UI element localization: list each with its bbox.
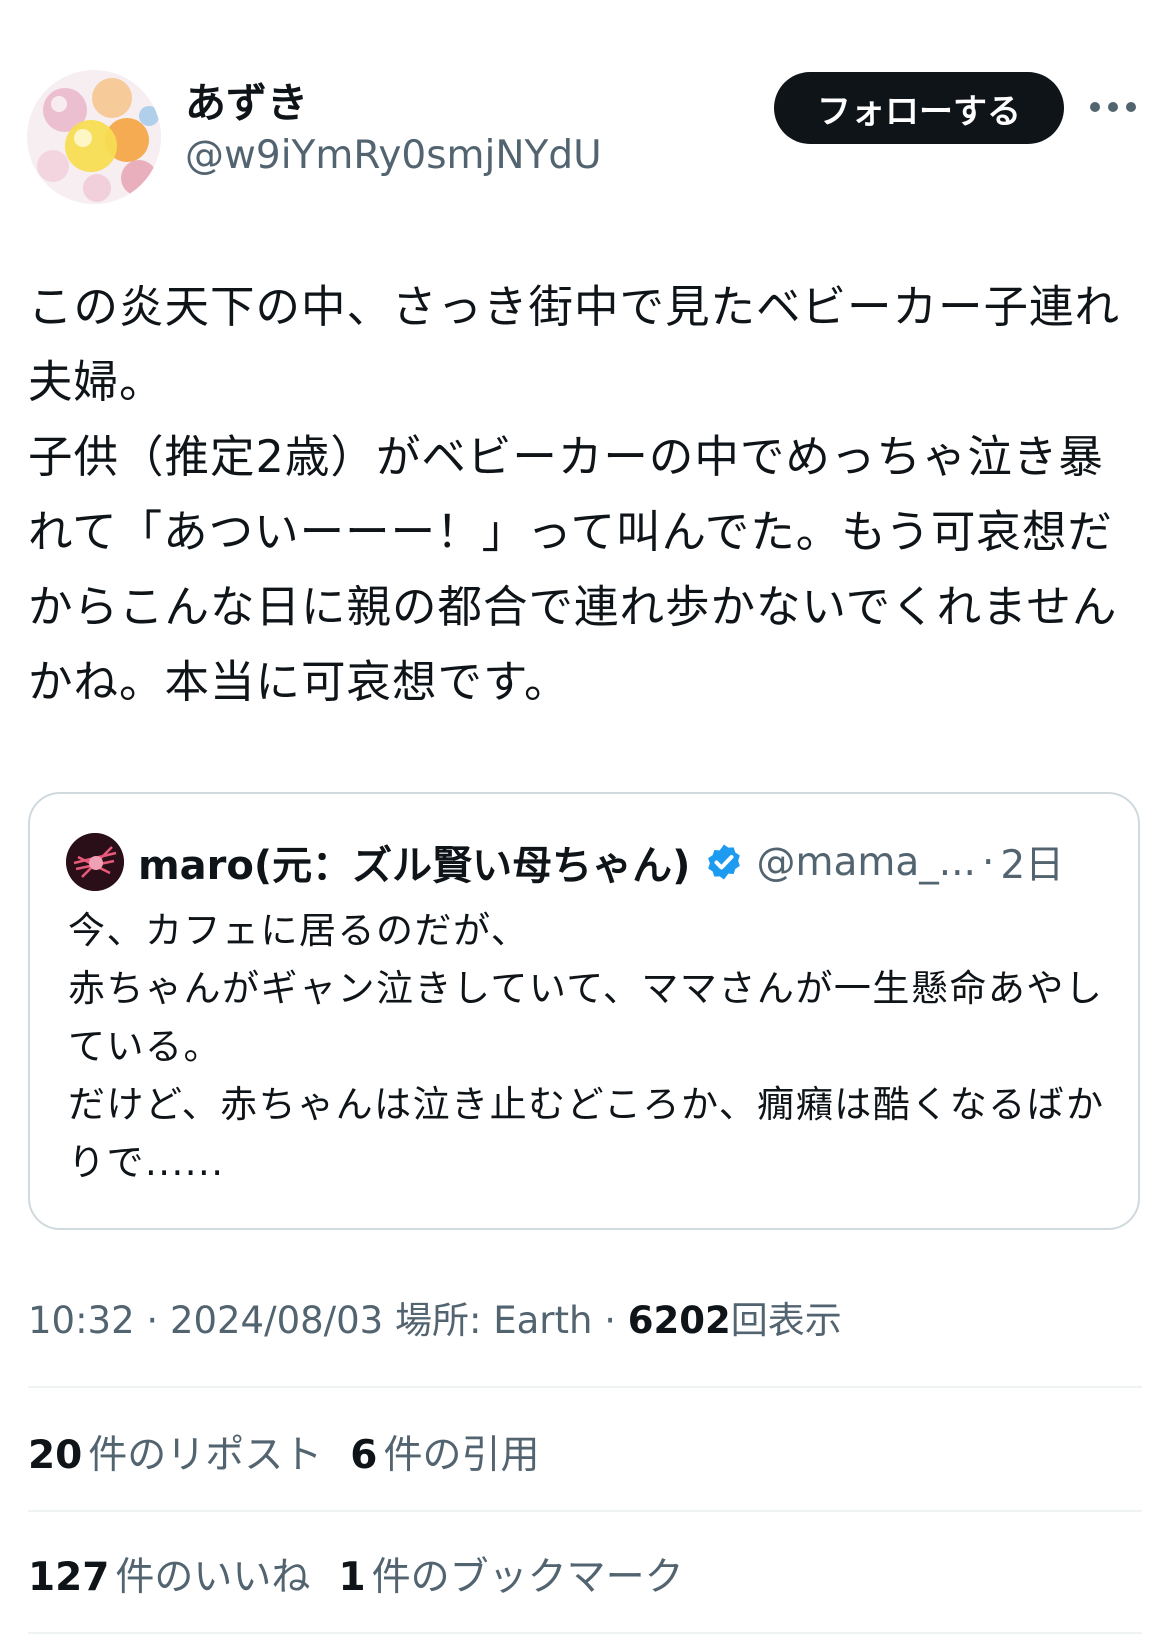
quoted-tweet-text: 今、カフェに居るのだが、 赤ちゃんがギャン泣きしていて、ママさんが一生懸命あやし… — [68, 909, 1105, 1184]
tweet-header: あずき @w9iYmRy0smjNYdU フォローする — [0, 0, 1170, 220]
quoted-tweet-time[interactable]: 2日 — [1000, 834, 1064, 890]
quoted-tweet-header: maro(元：ズル賢い母ちゃん) @mama_... · 2日 — [66, 830, 1108, 894]
quoted-tweet-card[interactable]: maro(元：ズル賢い母ちゃん) @mama_... · 2日 今、カフェに居る… — [28, 792, 1140, 1230]
quotes-label: 件の引用 — [383, 1433, 540, 1478]
quoted-author-handle[interactable]: @mama_... — [756, 840, 975, 885]
tweet-date[interactable]: 2024/08/03 — [170, 1299, 383, 1342]
follow-button[interactable]: フォローする — [774, 72, 1064, 144]
likes-stat[interactable]: 127 件のいいね — [28, 1552, 310, 1604]
reposts-label: 件のリポスト — [88, 1433, 323, 1478]
more-options-icon[interactable] — [1090, 92, 1136, 122]
tweet-text: この炎天下の中、さっき街中で見たベビーカー子連れ夫婦。 子供（推定2歳）がベビー… — [28, 282, 1121, 708]
separator-dot: · — [981, 839, 995, 885]
views-label: 回表示 — [730, 1299, 842, 1342]
views-count: 6202 — [627, 1299, 731, 1342]
author-display-name[interactable]: あずき — [185, 78, 602, 128]
more-dot — [1090, 102, 1100, 112]
bookmarks-count: 1 — [338, 1555, 366, 1600]
more-dot — [1108, 102, 1118, 112]
candy-avatar-icon[interactable] — [27, 70, 161, 204]
tweet-meta: 10:32 · 2024/08/03 場所: Earth · 6202回表示 — [28, 1296, 842, 1346]
reposts-count: 20 — [28, 1433, 83, 1478]
verified-badge-icon — [708, 844, 741, 880]
bookmarks-label: 件のブックマーク — [371, 1555, 684, 1600]
lionfish-avatar-image — [66, 833, 124, 891]
divider — [28, 1510, 1142, 1512]
quotes-stat[interactable]: 6 件の引用 — [350, 1430, 539, 1482]
more-dot — [1126, 102, 1136, 112]
stats-row-likes: 127 件のいいね 1 件のブックマーク — [28, 1552, 712, 1604]
bookmarks-stat[interactable]: 1 件のブックマーク — [338, 1552, 683, 1604]
likes-label: 件のいいね — [115, 1555, 311, 1600]
stats-row-reposts: 20 件のリポスト 6 件の引用 — [28, 1430, 567, 1482]
avatar-image — [27, 70, 161, 204]
author-info[interactable]: あずき @w9iYmRy0smjNYdU — [185, 78, 602, 182]
location-prefix: 場所: — [383, 1299, 494, 1342]
quoted-author-avatar[interactable] — [66, 833, 124, 891]
divider — [28, 1632, 1142, 1634]
quotes-count: 6 — [350, 1433, 378, 1478]
divider — [28, 1386, 1142, 1388]
quoted-author-name[interactable]: maro(元：ズル賢い母ちゃん) — [138, 833, 690, 891]
reposts-stat[interactable]: 20 件のリポスト — [28, 1430, 322, 1482]
separator-dot: · — [134, 1299, 170, 1342]
author-handle[interactable]: @w9iYmRy0smjNYdU — [185, 130, 602, 182]
tweet-location: Earth — [493, 1299, 593, 1342]
separator-dot: · — [592, 1299, 628, 1342]
tweet-time[interactable]: 10:32 — [28, 1299, 135, 1342]
likes-count: 127 — [28, 1555, 110, 1600]
